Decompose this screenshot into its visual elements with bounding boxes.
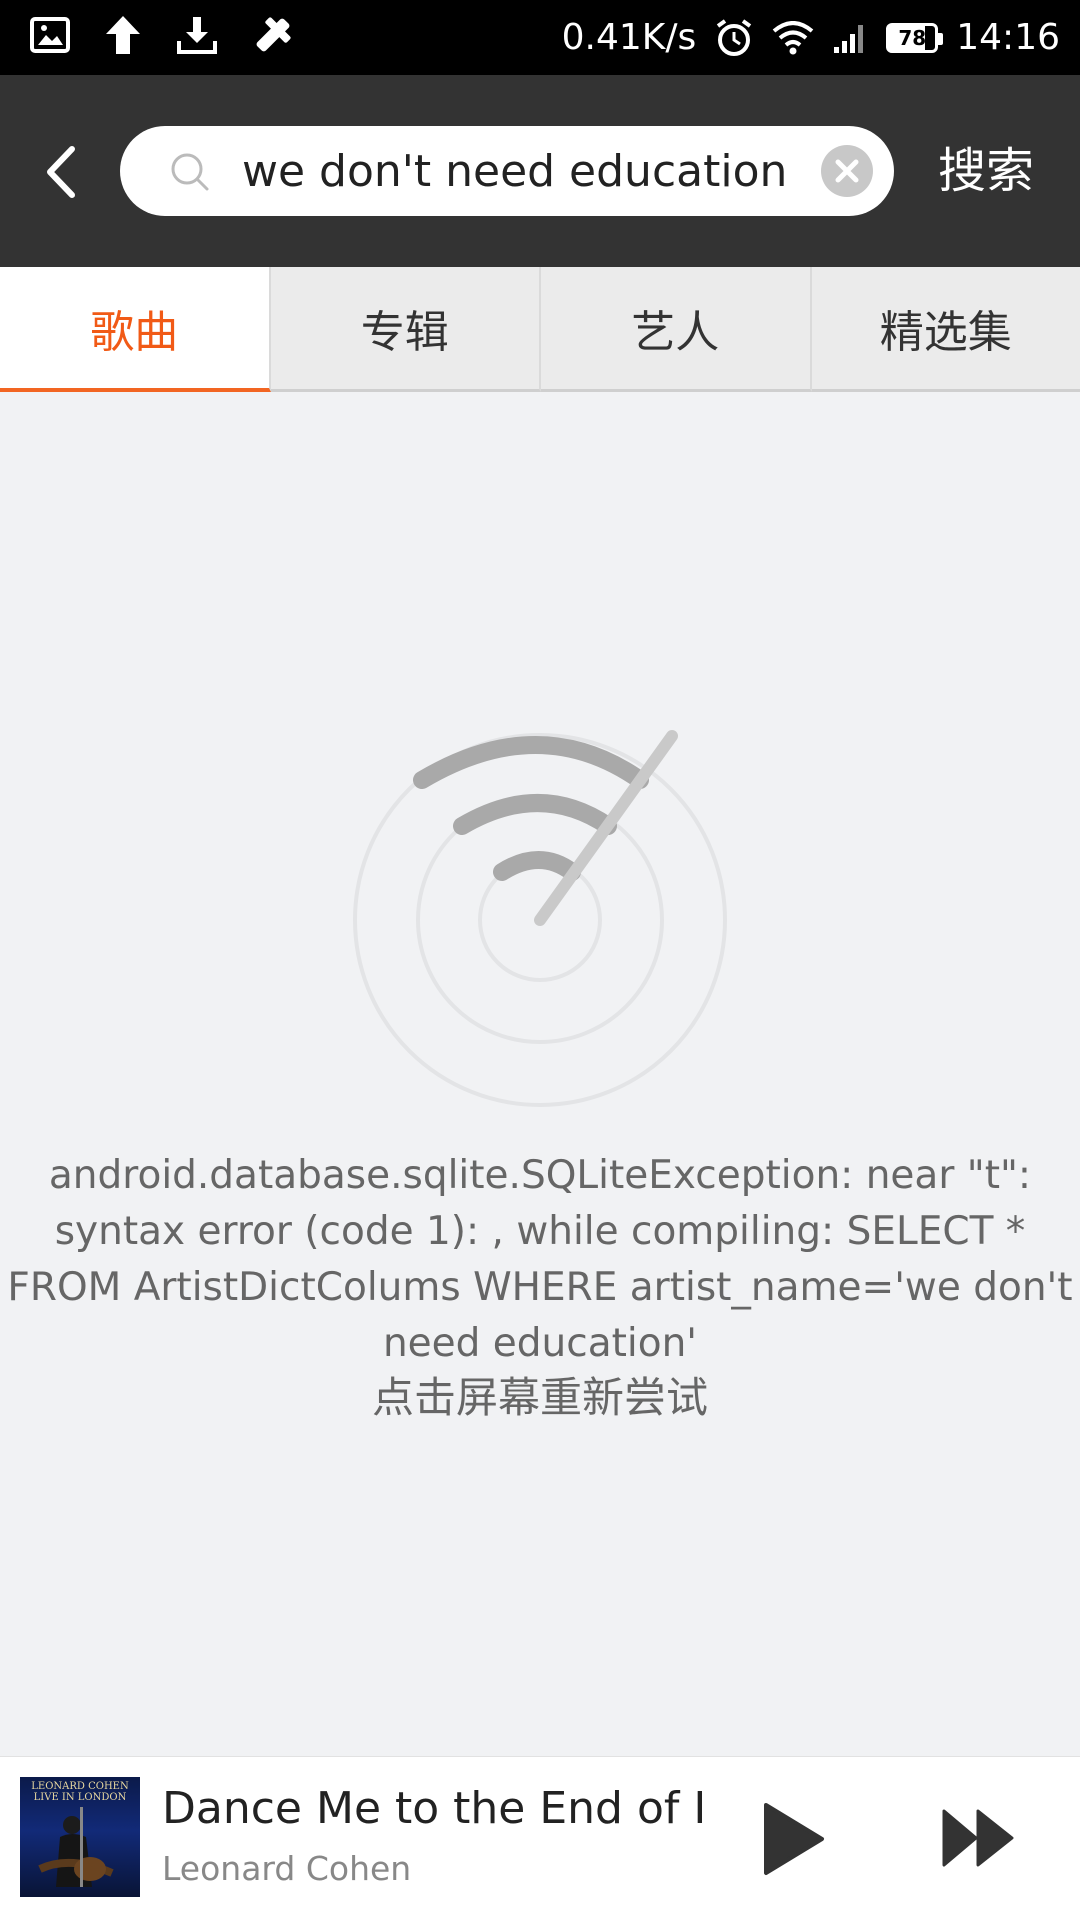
album-art[interactable]: LEONARD COHEN LIVE IN LONDON xyxy=(20,1777,140,1897)
gallery-icon xyxy=(30,17,70,53)
chevron-left-icon xyxy=(38,137,88,207)
search-icon xyxy=(168,150,212,194)
track-title: Dance Me to the End of Love xyxy=(162,1783,702,1834)
mini-player[interactable]: LEONARD COHEN LIVE IN LONDON Dance Me to… xyxy=(0,1756,1080,1921)
play-button[interactable] xyxy=(758,1799,828,1879)
album-art-figure xyxy=(20,1777,140,1897)
tool-icon xyxy=(252,14,294,56)
battery-level: 78 xyxy=(898,26,926,50)
wifi-icon xyxy=(772,21,814,55)
track-artist: Leonard Cohen xyxy=(162,1849,411,1888)
error-message: android.database.sqlite.SQLiteException:… xyxy=(0,1148,1080,1372)
tab-albums[interactable]: 专辑 xyxy=(271,267,542,392)
tab-collections[interactable]: 精选集 xyxy=(812,267,1080,392)
play-icon xyxy=(758,1799,828,1879)
battery-icon: 78 xyxy=(886,23,938,53)
upload-icon xyxy=(104,14,142,56)
download-icon xyxy=(176,15,218,55)
search-header: 搜索 xyxy=(0,75,1080,267)
fast-forward-icon xyxy=(940,1807,1016,1869)
tab-songs[interactable]: 歌曲 xyxy=(0,267,271,392)
next-button[interactable] xyxy=(940,1807,1016,1869)
no-signal-icon xyxy=(350,720,730,1110)
retry-hint[interactable]: 点击屏幕重新尝试 xyxy=(0,1370,1080,1426)
tab-bar: 歌曲 专辑 艺人 精选集 xyxy=(0,267,1080,395)
signal-icon xyxy=(832,21,868,55)
alarm-icon xyxy=(714,18,754,58)
search-button[interactable]: 搜索 xyxy=(938,141,1034,201)
no-network-illustration[interactable] xyxy=(350,720,730,1110)
status-bar: 0.41K/s 78 14:16 xyxy=(0,0,1080,75)
network-speed: 0.41K/s xyxy=(562,17,697,58)
back-button[interactable] xyxy=(38,137,88,207)
search-box[interactable] xyxy=(120,126,894,216)
tab-artists[interactable]: 艺人 xyxy=(541,267,812,392)
close-icon xyxy=(820,144,874,198)
search-input[interactable] xyxy=(242,126,802,216)
clock: 14:16 xyxy=(956,17,1060,58)
clear-button[interactable] xyxy=(820,144,874,198)
